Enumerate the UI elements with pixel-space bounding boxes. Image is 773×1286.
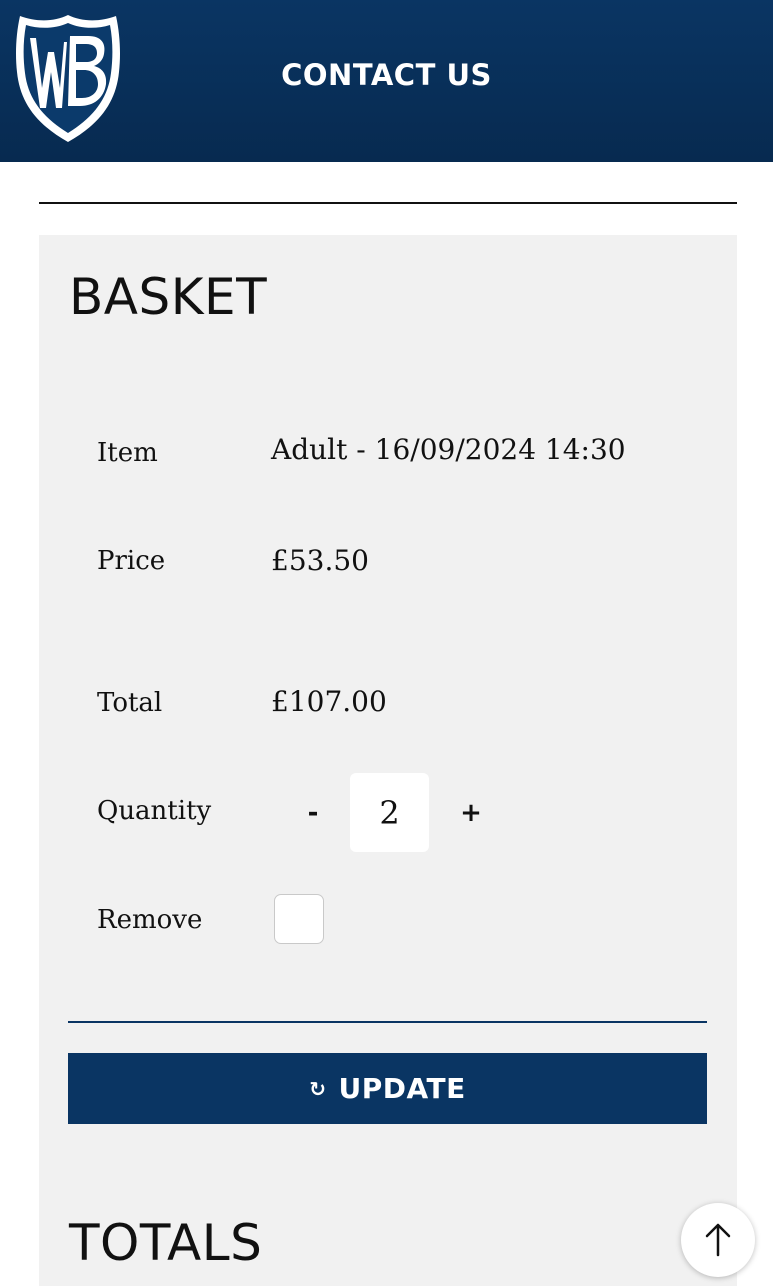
quantity-label: Quantity [97,796,212,826]
update-button[interactable]: ↻ UPDATE [68,1053,707,1124]
quantity-input[interactable] [350,773,429,852]
scroll-to-top-button[interactable] [681,1203,755,1277]
remove-checkbox[interactable] [274,894,324,944]
divider [68,1021,707,1023]
totals-title: TOTALS [69,1214,263,1272]
basket-panel: BASKET Item Adult - 16/09/2024 14:30 Pri… [39,235,737,1286]
price-value: £53.50 [271,544,369,577]
total-label: Total [97,688,163,718]
remove-label: Remove [97,905,203,935]
divider [39,202,737,204]
arrow-up-icon [705,1223,731,1257]
item-label: Item [97,438,158,468]
site-header: CONTACT US [0,0,773,162]
refresh-icon: ↻ [309,1076,327,1101]
update-button-label: UPDATE [338,1072,466,1105]
basket-title: BASKET [69,268,268,326]
price-label: Price [97,546,166,576]
quantity-increase-button[interactable]: + [451,793,491,833]
total-value: £107.00 [271,685,387,718]
quantity-decrease-button[interactable]: - [293,793,333,833]
item-value: Adult - 16/09/2024 14:30 [271,433,626,466]
contact-us-link[interactable]: CONTACT US [0,58,773,92]
